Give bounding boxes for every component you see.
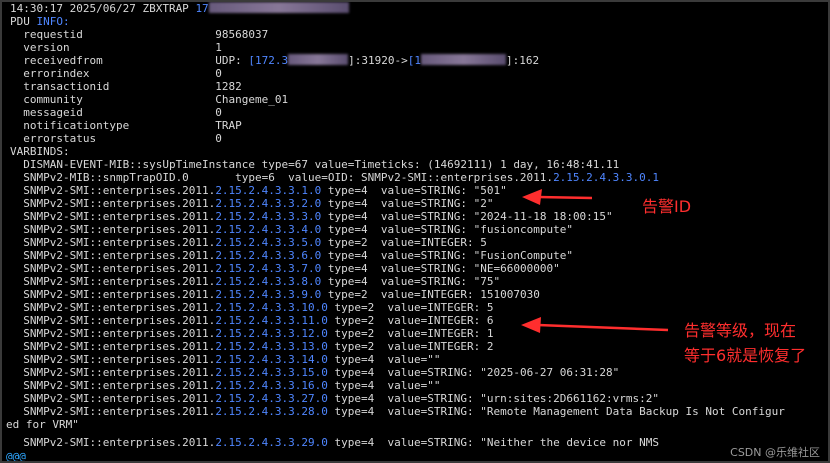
arrow-icon-alarm-level [521,317,669,333]
arrow-icon-alarm-id [522,189,593,205]
annotation-alarm-level-line1: 告警等级，现在 [684,321,797,340]
annotation-alarm-level-line2: 等于6就是恢复了 [684,346,807,365]
terminal-window[interactable]: 14:30:17 2025/06/27 ZBXTRAP 17 PDU INFO:… [0,0,830,463]
annotation-arrows [521,189,669,333]
watermark: CSDN @乐维社区 [730,446,820,459]
annotation-alarm-id: 告警ID [642,197,692,216]
